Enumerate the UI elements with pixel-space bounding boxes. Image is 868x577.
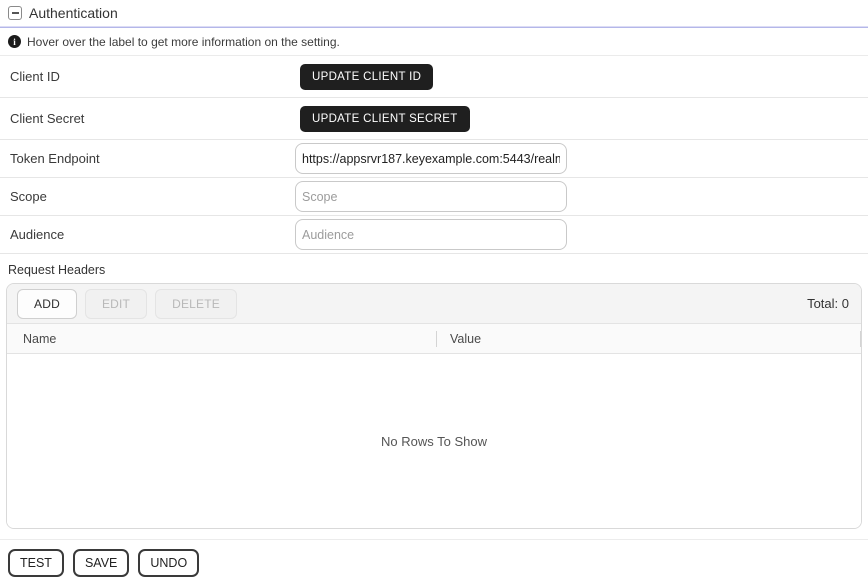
- column-header-name[interactable]: Name: [7, 332, 436, 346]
- form-row-token-endpoint: Token Endpoint: [0, 140, 868, 178]
- info-banner-text: Hover over the label to get more informa…: [27, 34, 340, 49]
- form-row-client-id: Client ID UPDATE CLIENT ID: [0, 56, 868, 98]
- footer-actions: TEST SAVE UNDO: [0, 540, 868, 577]
- client-secret-label: Client Secret: [10, 111, 85, 126]
- test-button[interactable]: TEST: [8, 549, 64, 577]
- edit-button[interactable]: EDIT: [84, 288, 148, 319]
- token-endpoint-input[interactable]: [295, 143, 567, 174]
- total-count: Total: 0: [807, 296, 849, 311]
- authentication-settings-page: Authentication i Hover over the label to…: [0, 0, 868, 577]
- audience-label: Audience: [10, 227, 65, 242]
- request-headers-grid: ADD EDIT DELETE Total: 0 Name Value No R…: [6, 283, 862, 529]
- client-id-label: Client ID: [10, 69, 60, 84]
- section-title: Authentication: [29, 5, 118, 21]
- audience-input[interactable]: [295, 219, 567, 250]
- token-endpoint-label: Token Endpoint: [10, 151, 100, 166]
- delete-button[interactable]: DELETE: [155, 288, 237, 319]
- grid-header-row: Name Value: [7, 324, 861, 354]
- form-row-scope: Scope: [0, 178, 868, 216]
- request-headers-label: Request Headers: [8, 263, 106, 277]
- add-button[interactable]: ADD: [17, 288, 77, 319]
- update-client-secret-button[interactable]: UPDATE CLIENT SECRET: [300, 105, 470, 132]
- undo-button[interactable]: UNDO: [138, 549, 200, 577]
- form-row-audience: Audience: [0, 216, 868, 254]
- grid-toolbar: ADD EDIT DELETE Total: 0: [7, 284, 861, 324]
- save-button[interactable]: SAVE: [72, 549, 130, 577]
- collapse-minus-icon[interactable]: [8, 6, 22, 20]
- info-banner: i Hover over the label to get more infor…: [0, 28, 868, 56]
- scope-label: Scope: [10, 189, 47, 204]
- form-row-client-secret: Client Secret UPDATE CLIENT SECRET: [0, 98, 868, 140]
- update-client-id-button[interactable]: UPDATE CLIENT ID: [300, 63, 434, 90]
- column-separator[interactable]: [860, 330, 861, 347]
- info-icon: i: [8, 35, 21, 48]
- grid-body: No Rows To Show: [7, 354, 861, 528]
- empty-rows-message: No Rows To Show: [381, 433, 487, 449]
- section-header: Authentication: [0, 0, 868, 26]
- column-header-value[interactable]: Value: [437, 332, 860, 346]
- scope-input[interactable]: [295, 181, 567, 212]
